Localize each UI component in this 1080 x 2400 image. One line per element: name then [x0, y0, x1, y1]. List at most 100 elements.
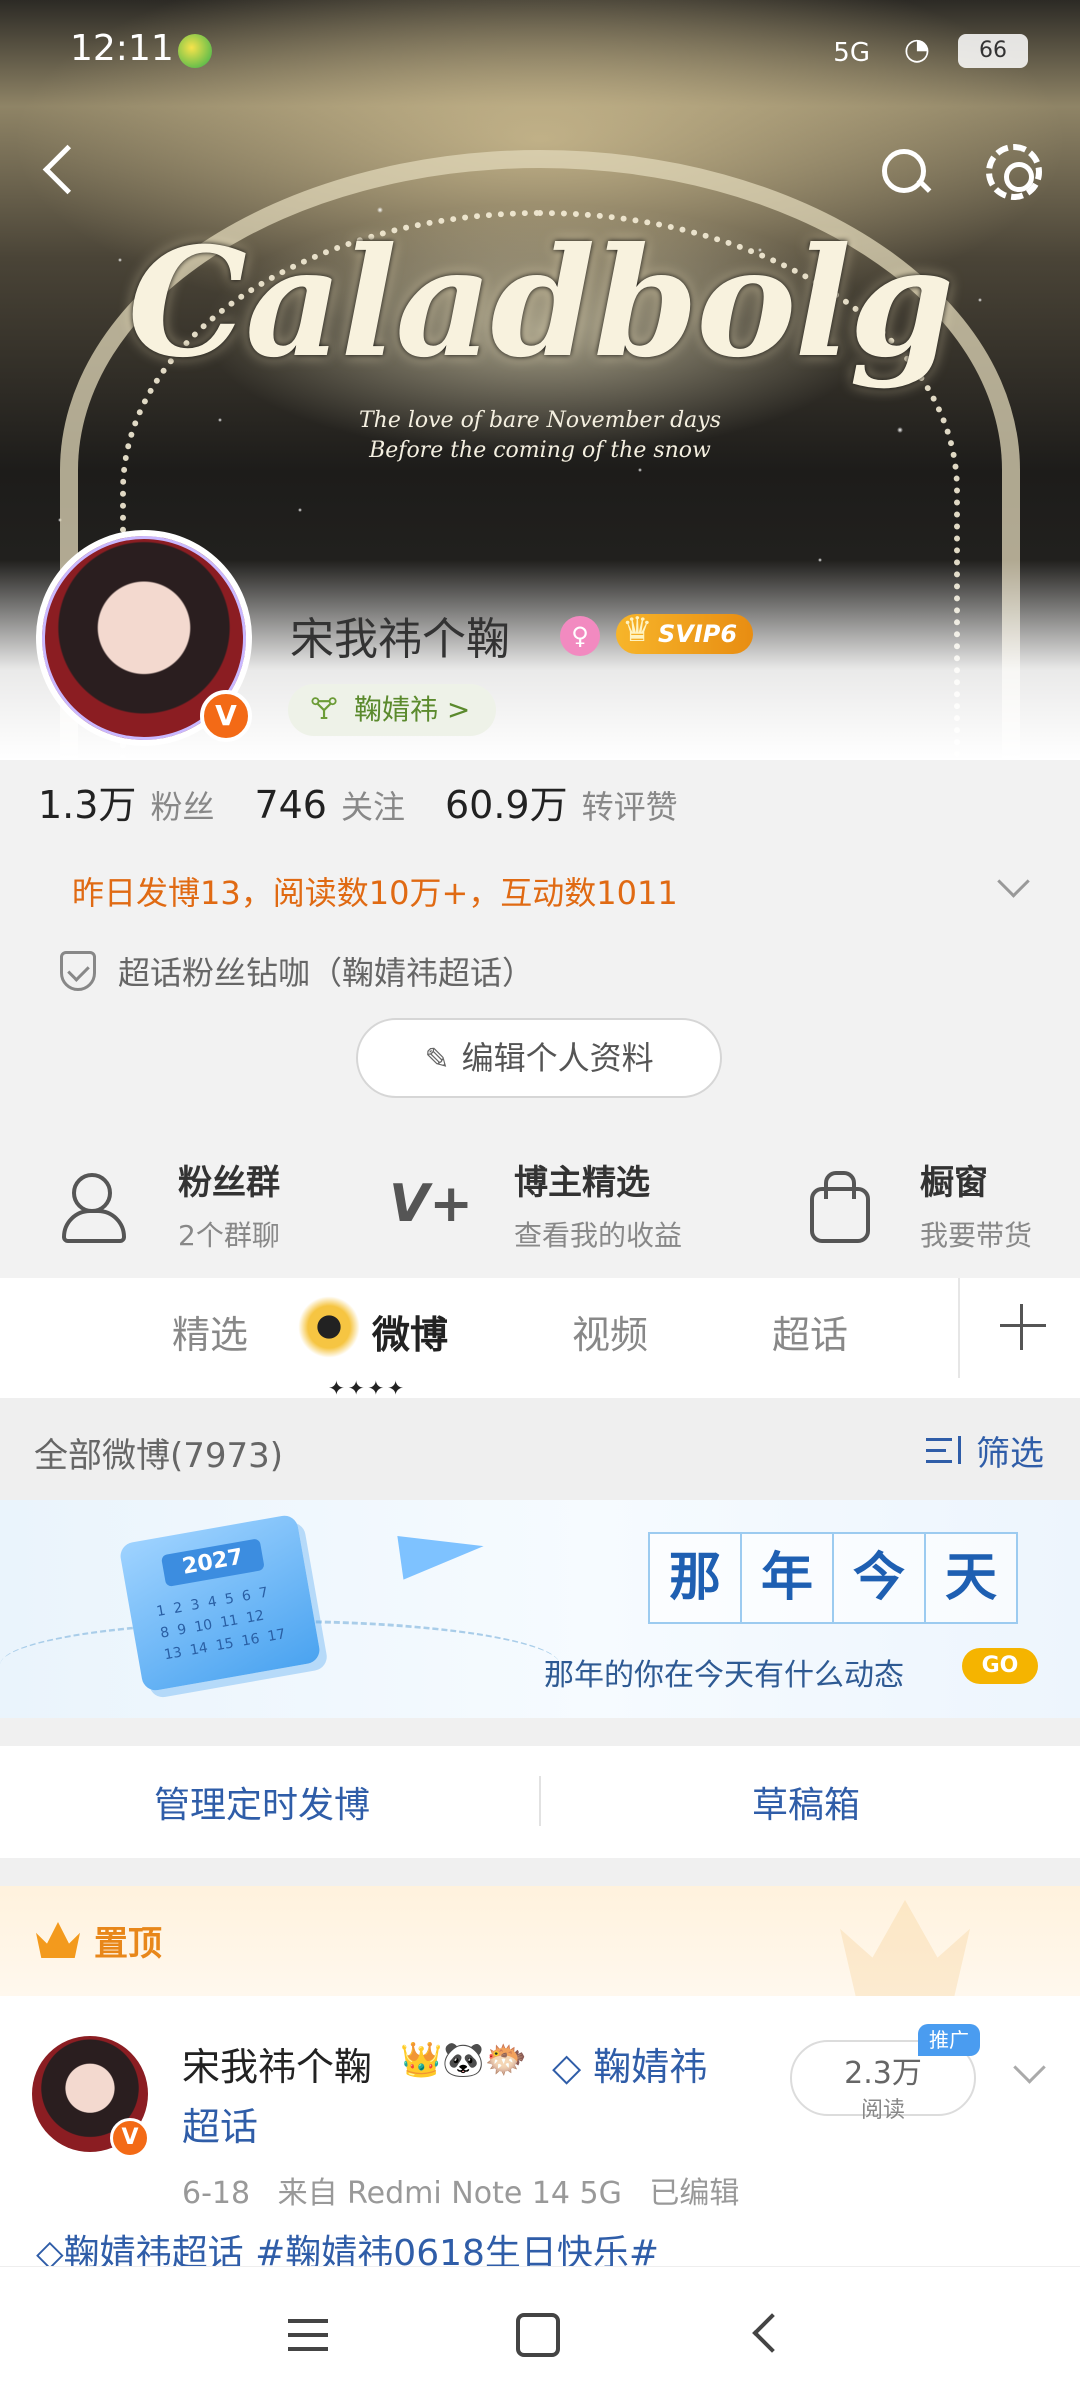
- gear-icon[interactable]: [986, 144, 1042, 200]
- verified-badge-icon: V: [200, 690, 252, 742]
- tab-active-indicator: ✦✦✦✦: [328, 1376, 408, 1400]
- on-this-day-banner[interactable]: 2027 1 2 3 4 5 6 7 8 9 10 11 12 13 14 15…: [0, 1500, 1080, 1718]
- stat-value: 746: [254, 783, 327, 827]
- post-author-badges: 👑🐼🐡: [400, 2040, 528, 2080]
- trophy-icon: 🝖: [310, 692, 339, 727]
- divider: [0, 1858, 1080, 1886]
- system-nav-bar: [0, 2266, 1080, 2400]
- status-bar: 12:11 5G ◔ 66: [0, 0, 1080, 100]
- wifi-icon: ◔: [903, 32, 930, 67]
- crown-watermark-icon: [840, 1900, 970, 1996]
- sun-decoration-icon: [298, 1296, 360, 1358]
- feature-shortcuts: 粉丝群 2个群聊 V+ 博主精选 查看我的收益 橱窗 我要带货: [0, 1146, 1080, 1266]
- battery-icon: 66: [958, 34, 1028, 68]
- shield-icon: [60, 951, 96, 991]
- promote-badge[interactable]: 推广: [918, 2024, 980, 2056]
- shopping-bag-icon: [780, 1147, 894, 1261]
- stat-label: 转评赞: [581, 788, 678, 826]
- edit-profile-label: 编辑个人资料: [461, 1039, 654, 1077]
- feature-creator-picks[interactable]: V+ 博主精选 查看我的收益: [374, 1146, 682, 1262]
- post-management-actions: 管理定时发博 草稿箱: [0, 1746, 1080, 1858]
- banner-subtitle-2: Before the coming of the snow: [369, 438, 711, 463]
- tab-featured[interactable]: 精选: [172, 1304, 248, 1359]
- search-icon[interactable]: [878, 145, 932, 199]
- feature-title: 粉丝群: [178, 1162, 280, 1203]
- feature-showcase[interactable]: 橱窗 我要带货: [780, 1146, 1032, 1262]
- chaohua-fan-level[interactable]: 超话粉丝钻咖（鞠婧祎超话）: [60, 948, 534, 994]
- fan-tag-button[interactable]: 🝖 鞠婧祎 >: [288, 684, 497, 736]
- read-count-label: 阅读: [860, 2098, 905, 2123]
- feature-subtitle: 查看我的收益: [514, 1218, 683, 1252]
- crown-icon: [36, 1922, 80, 1958]
- stat-value: 60.9万: [445, 783, 568, 827]
- paper-plane-icon: [397, 1524, 487, 1580]
- stat-interactions[interactable]: 60.9万 转评赞: [445, 774, 678, 829]
- divider: [0, 1718, 1080, 1746]
- music-app-icon: [178, 34, 212, 68]
- svip-badge[interactable]: SVIP6: [616, 610, 754, 654]
- menu-icon[interactable]: [288, 2313, 332, 2357]
- stat-followers[interactable]: 1.3万 粉丝: [38, 774, 214, 829]
- profile-username: 宋我祎个鞠: [290, 614, 510, 665]
- tab-videos[interactable]: 视频: [572, 1304, 648, 1359]
- post-chaohua-link[interactable]: ◇ 鞠婧祎: [552, 2036, 707, 2091]
- post-source: 来自 Redmi Note 14 5G: [277, 2176, 622, 2211]
- go-button[interactable]: GO: [962, 1648, 1038, 1684]
- calendar-year: 2027: [160, 1538, 265, 1588]
- post-chaohua-link-suffix[interactable]: 超话: [182, 2096, 258, 2151]
- on-this-day-headline: 那 年 今 天: [648, 1532, 1018, 1624]
- chevron-down-icon[interactable]: [994, 868, 1030, 904]
- chaohua-label: 超话粉丝钻咖（鞠婧祎超话）: [118, 954, 535, 992]
- stat-label: 关注: [340, 788, 405, 826]
- tab-weibo[interactable]: 微博: [372, 1304, 448, 1359]
- edit-profile-button[interactable]: ✎ 编辑个人资料: [356, 1018, 722, 1098]
- group-icon: [38, 1147, 152, 1261]
- posts-header: 全部微博(7973) 筛选: [0, 1398, 1080, 1500]
- divider: [539, 1776, 541, 1826]
- headline-char: 年: [740, 1532, 834, 1624]
- pinned-header: 置顶: [0, 1886, 1080, 1996]
- home-icon[interactable]: [516, 2313, 560, 2357]
- chevron-down-icon[interactable]: [1010, 2056, 1046, 2092]
- on-this-day-subtitle: 那年的你在今天有什么动态: [544, 1658, 904, 1693]
- headline-char: 那: [648, 1532, 742, 1624]
- activity-summary[interactable]: 昨日发博13，阅读数10万+，互动数1011: [72, 868, 678, 914]
- tab-divider: [958, 1278, 960, 1378]
- feature-title: 橱窗: [920, 1162, 988, 1203]
- add-tab-icon[interactable]: [998, 1302, 1046, 1350]
- stat-following[interactable]: 746 关注: [254, 782, 405, 828]
- all-posts-count[interactable]: 全部微博(7973): [34, 1428, 283, 1477]
- stat-value: 1.3万: [38, 783, 137, 827]
- scheduled-posts-button[interactable]: 管理定时发博: [154, 1776, 370, 1828]
- calendar-illustration: 2027 1 2 3 4 5 6 7 8 9 10 11 12 13 14 15…: [118, 1513, 322, 1693]
- filter-icon: [926, 1434, 966, 1468]
- verified-badge-icon: V: [110, 2118, 150, 2158]
- post-meta: 6-18 来自 Redmi Note 14 5G 已编辑: [182, 2168, 757, 2212]
- female-gender-icon: ♀: [560, 616, 600, 656]
- post-card[interactable]: V 宋我祎个鞠 👑🐼🐡 ◇ 鞠婧祎 超话 2.3万 阅读 推广 6-18 来自 …: [0, 1996, 1080, 2274]
- feature-subtitle: 2个群聊: [178, 1218, 280, 1252]
- post-edited: 已编辑: [649, 2176, 740, 2211]
- fan-tag-label: 鞠婧祎 >: [354, 693, 471, 726]
- banner-subtitle-1: The love of bare November days: [358, 408, 722, 433]
- pinned-label: 置顶: [94, 1924, 162, 1964]
- tab-chaohua[interactable]: 超话: [772, 1304, 848, 1359]
- calendar-days: 1 2 3 4 5 6 7 8 9 10 11 12 13 14 15 16 1…: [155, 1584, 287, 1664]
- post-date: 6-18: [182, 2176, 251, 2211]
- pencil-icon: ✎: [424, 1042, 450, 1077]
- profile-stats: 1.3万 粉丝 746 关注 60.9万 转评赞: [38, 774, 718, 834]
- banner-title: Caladbolg: [127, 215, 954, 391]
- headline-char: 天: [924, 1532, 1018, 1624]
- feature-subtitle: 我要带货: [920, 1218, 1033, 1252]
- feature-title: 博主精选: [514, 1162, 650, 1203]
- filter-label: 筛选: [976, 1434, 1044, 1474]
- stat-label: 粉丝: [150, 788, 215, 826]
- back-icon[interactable]: [744, 2313, 788, 2357]
- back-icon[interactable]: [30, 140, 90, 200]
- drafts-button[interactable]: 草稿箱: [752, 1776, 860, 1828]
- filter-button[interactable]: 筛选: [926, 1426, 1044, 1475]
- status-time: 12:11: [70, 28, 174, 69]
- feature-fan-group[interactable]: 粉丝群 2个群聊: [38, 1146, 280, 1262]
- post-author-name[interactable]: 宋我祎个鞠: [182, 2036, 372, 2091]
- headline-char: 今: [832, 1532, 926, 1624]
